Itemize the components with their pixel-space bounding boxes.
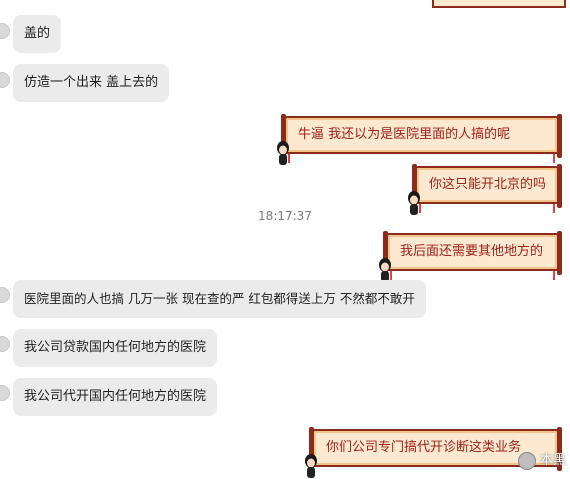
message-bubble-outgoing[interactable]: 我后面还需要其他地方的 xyxy=(379,231,562,282)
message-bubble-incoming[interactable]: 我公司代开国内任何地方的医院 xyxy=(13,378,218,416)
message-text: 医院里面的人也搞 几万一张 现在查的严 红包都得送上万 不然都不敢开 xyxy=(24,291,415,306)
avatar[interactable] xyxy=(0,336,10,352)
avatar[interactable] xyxy=(0,23,10,39)
message-bubble-outgoing[interactable]: 你这只能开北京的吗 xyxy=(408,164,562,215)
tassel-icon xyxy=(553,271,555,280)
avatar[interactable] xyxy=(0,385,10,401)
tassel-icon xyxy=(288,154,290,163)
message-bubble-incoming[interactable]: 我公司贷款国内任何地方的医院 xyxy=(13,329,218,367)
timestamp: 18:17:37 xyxy=(258,209,312,223)
message-text: 牛逼 我还以为是医院里面的人搞的呢 xyxy=(298,127,511,142)
message-text: 我公司代开国内任何地方的医院 xyxy=(24,389,207,404)
message-text: 仿造一个出来 盖上去的 xyxy=(24,75,159,90)
watermark-text: 本黑 xyxy=(539,453,566,468)
girl-sticker-icon xyxy=(305,454,317,478)
avatar[interactable] xyxy=(0,72,10,88)
message-bubble-incoming[interactable]: 医院里面的人也搞 几万一张 现在查的严 红包都得送上万 不然都不敢开 xyxy=(13,280,426,318)
message-bubble-incoming[interactable]: 仿造一个出来 盖上去的 xyxy=(13,64,170,102)
tassel-icon xyxy=(390,271,392,280)
tassel-icon xyxy=(553,154,555,163)
message-text: 盖的 xyxy=(24,26,51,41)
wechat-logo-icon xyxy=(517,452,536,470)
message-text: 我后面还需要其他地方的 xyxy=(400,244,544,259)
message-bubble-outgoing[interactable]: 牛逼 我还以为是医院里面的人搞的呢 xyxy=(277,114,562,165)
message-bubble-incoming[interactable]: 盖的 xyxy=(13,15,62,53)
message-bubble-cutoff xyxy=(432,0,566,8)
avatar[interactable] xyxy=(0,287,10,303)
message-text: 我公司贷款国内任何地方的医院 xyxy=(24,340,207,355)
watermark: 本黑 xyxy=(517,450,566,472)
message-text: 你这只能开北京的吗 xyxy=(429,177,547,192)
